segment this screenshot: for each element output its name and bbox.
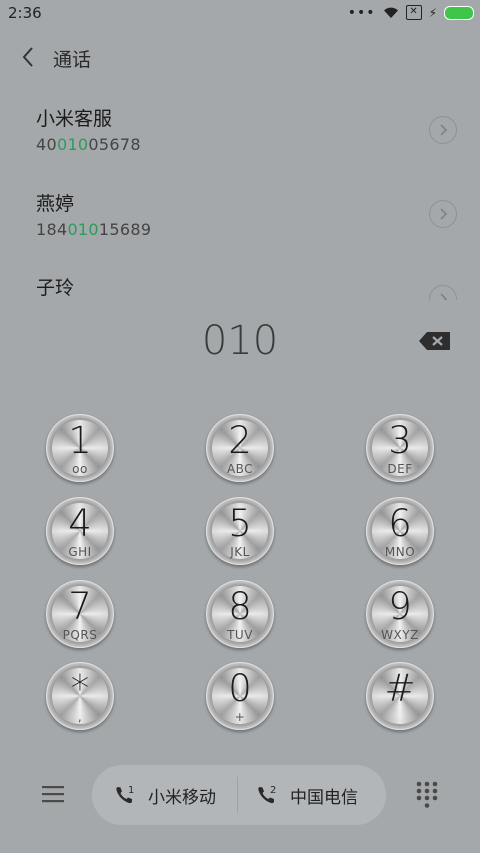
voicemail-icon: oo xyxy=(72,462,88,476)
call-sim1-button[interactable]: 1 小米移动 xyxy=(114,765,216,825)
contact-number: 4001005678 xyxy=(36,135,141,154)
key-9[interactable]: 9 WXYZ xyxy=(366,580,434,648)
sim-call-buttons: 1 小米移动 2 中国电信 xyxy=(92,765,386,825)
key-3[interactable]: 3 DEF xyxy=(366,414,434,482)
chevron-right-icon xyxy=(440,124,448,136)
contact-detail-button[interactable] xyxy=(429,285,457,300)
status-icons: ••• ✕ ⚡ xyxy=(348,5,474,20)
key-0[interactable]: 0 + xyxy=(206,662,274,730)
key-2[interactable]: 2 ABC xyxy=(206,414,274,482)
contact-list-clip: 子玲 xyxy=(0,270,480,300)
dialed-number: 010 xyxy=(201,318,279,364)
sim1-label: 小米移动 xyxy=(148,787,216,808)
status-bar: 2:36 ••• ✕ ⚡ xyxy=(0,0,480,28)
contact-item[interactable]: 小米客服 4001005678 xyxy=(0,104,480,184)
key-8[interactable]: 8 TUV xyxy=(206,580,274,648)
contact-number: 18401015689 xyxy=(36,220,152,239)
contact-detail-button[interactable] xyxy=(429,116,457,144)
key-hash[interactable]: # xyxy=(366,662,434,730)
contact-detail-button[interactable] xyxy=(429,200,457,228)
backspace-icon[interactable] xyxy=(418,330,452,352)
contact-name: 燕婷 xyxy=(36,193,75,215)
key-7[interactable]: 7 PQRS xyxy=(46,580,114,648)
status-time: 2:36 xyxy=(8,4,42,22)
key-4[interactable]: 4 GHI xyxy=(46,497,114,565)
contact-name: 小米客服 xyxy=(36,108,113,130)
more-notifications-icon: ••• xyxy=(347,4,376,21)
svg-text:2: 2 xyxy=(270,785,276,796)
no-sim-icon: ✕ xyxy=(405,5,422,20)
header: 通话 xyxy=(0,38,480,78)
charging-icon: ⚡ xyxy=(428,5,437,20)
contact-item[interactable]: 燕婷 18401015689 xyxy=(0,189,480,269)
contact-name: 子玲 xyxy=(36,277,75,299)
bottom-bar: 1 小米移动 2 中国电信 xyxy=(0,765,480,825)
chevron-right-icon xyxy=(440,208,448,220)
sim-divider xyxy=(237,777,238,813)
page-title: 通话 xyxy=(53,49,92,71)
contact-item[interactable]: 子玲 xyxy=(0,273,480,300)
key-star[interactable]: *, xyxy=(46,662,114,730)
wifi-icon xyxy=(383,7,398,19)
keypad-toggle-icon[interactable] xyxy=(416,781,438,809)
key-6[interactable]: 6 MNO xyxy=(366,497,434,565)
phone-sim2-icon: 2 xyxy=(258,785,276,804)
key-1[interactable]: 1 oo xyxy=(46,414,114,482)
sim2-label: 中国电信 xyxy=(290,787,358,808)
call-sim2-button[interactable]: 2 中国电信 xyxy=(256,765,358,825)
phone-sim1-icon: 1 xyxy=(116,785,134,804)
back-arrow-icon[interactable] xyxy=(18,44,40,70)
key-5[interactable]: 5 JKL xyxy=(206,497,274,565)
chevron-down-icon xyxy=(440,293,448,300)
menu-icon[interactable] xyxy=(42,784,64,804)
battery-icon xyxy=(444,5,474,20)
svg-text:1: 1 xyxy=(128,785,134,796)
